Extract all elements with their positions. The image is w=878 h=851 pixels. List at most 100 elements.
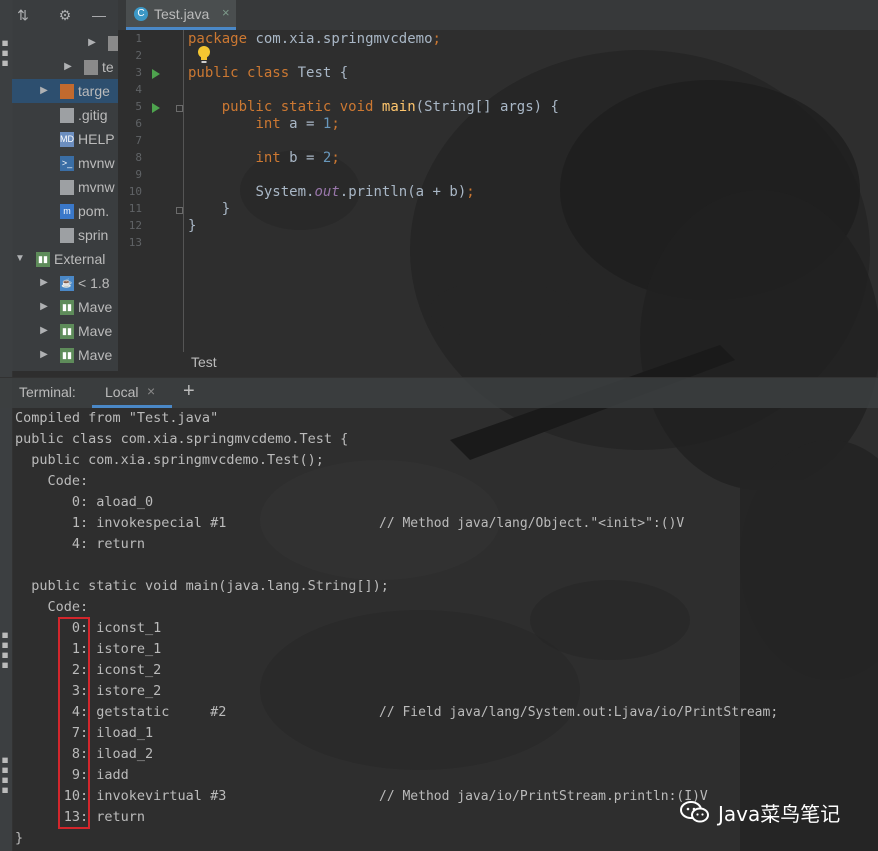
collapse-all-icon[interactable]: ⇅ xyxy=(14,6,32,24)
library-icon: ▮▮ xyxy=(36,252,50,267)
tree-item[interactable]: ▶ ▮▮ Mave xyxy=(12,343,118,367)
tab-test-java[interactable]: C Test.java × xyxy=(126,0,236,30)
chevron-right-icon[interactable]: ▶ xyxy=(38,79,50,103)
terminal-line: public static void main(java.lang.String… xyxy=(15,578,389,594)
tree-item-label: mvnw xyxy=(78,155,115,171)
library-icon: ▮▮ xyxy=(60,348,74,363)
terminal-comment: // Method java/lang/Object."<init>":()V xyxy=(379,516,685,531)
folder-orange-icon xyxy=(60,84,74,99)
terminal-line: Compiled from "Test.java" xyxy=(15,410,219,426)
tree-item-label: .gitig xyxy=(78,107,108,123)
tree-item[interactable]: ▼ ▮▮ External xyxy=(12,247,118,271)
terminal-line: public com.xia.springmvcdemo.Test(); xyxy=(15,452,324,468)
run-main-icon[interactable] xyxy=(152,103,160,113)
tree-item[interactable]: ▶ ☕ < 1.8 xyxy=(12,271,118,295)
library-icon: ▮▮ xyxy=(60,300,74,315)
tree-item[interactable]: m pom. xyxy=(12,199,118,223)
tree-item[interactable]: MD HELP xyxy=(12,127,118,151)
fold-icon[interactable] xyxy=(176,105,183,112)
watermark-text: Java菜鸟笔记 xyxy=(718,802,841,826)
tree-item-label: pom. xyxy=(78,203,110,219)
wechat-logo-icon xyxy=(680,801,709,823)
folder-icon xyxy=(84,60,98,75)
tree-item[interactable]: ▶ te xyxy=(12,55,118,79)
tree-item[interactable]: mvnw xyxy=(12,175,118,199)
terminal-line: 4: getstatic #2 xyxy=(15,704,227,720)
chevron-right-icon[interactable]: ▶ xyxy=(38,271,50,295)
tree-item[interactable]: sprin xyxy=(12,223,118,247)
minimize-icon[interactable]: — xyxy=(90,6,108,24)
close-icon[interactable]: × xyxy=(147,383,155,399)
line-number: 11 xyxy=(128,202,142,215)
line-number: 8 xyxy=(135,151,142,164)
close-icon[interactable]: × xyxy=(222,5,230,20)
project-vertical-tab[interactable]: ■■■ xyxy=(0,18,12,88)
markdown-icon: MD xyxy=(60,132,74,147)
code-line: } xyxy=(221,201,231,217)
tree-item[interactable]: >_ mvnw xyxy=(12,151,118,175)
line-number: 2 xyxy=(135,49,142,62)
file-icon xyxy=(60,228,74,243)
line-number: 7 xyxy=(135,134,142,147)
editor-gutter: 1 2 3 4 5 6 7 8 9 10 11 12 13 xyxy=(118,30,184,352)
tree-item[interactable]: .gitig xyxy=(12,103,118,127)
chevron-right-icon[interactable]: ▶ xyxy=(38,319,50,343)
chevron-right-icon[interactable]: ▶ xyxy=(62,55,74,79)
terminal-line: 0: aload_0 xyxy=(15,494,154,510)
tree-item[interactable]: ▶ targe xyxy=(12,79,118,103)
line-number: 1 xyxy=(135,32,142,45)
maven-icon: m xyxy=(60,204,74,219)
terminal-tab-label: Local xyxy=(105,384,139,400)
terminal-output[interactable]: Compiled from "Test.java" public class co… xyxy=(12,407,878,851)
project-toolbar: ⇅ ⚙ — xyxy=(12,0,118,30)
library-icon: ▮▮ xyxy=(60,324,74,339)
tree-item-label: Mave xyxy=(78,347,113,363)
java-class-icon: C xyxy=(134,7,148,21)
file-icon xyxy=(60,108,74,123)
favorites-vertical-tab[interactable]: ■■■■ xyxy=(0,730,12,820)
terminal-header: Terminal: Local × + xyxy=(0,377,878,408)
structure-vertical-tab[interactable]: ■■■■ xyxy=(0,605,12,695)
line-number: 12 xyxy=(128,219,142,232)
terminal-line: 4: return xyxy=(15,536,146,552)
chevron-right-icon[interactable]: ▶ xyxy=(38,295,50,319)
line-number: 9 xyxy=(135,168,142,181)
tree-item-label: External xyxy=(54,251,106,267)
terminal-line: 10: invokevirtual #3 xyxy=(15,788,227,804)
run-class-icon[interactable] xyxy=(152,69,160,79)
line-number: 6 xyxy=(135,117,142,130)
fold-icon[interactable] xyxy=(176,207,183,214)
tree-item-label: Mave xyxy=(78,299,113,315)
gear-icon[interactable]: ⚙ xyxy=(56,6,74,24)
terminal-comment: // Method java/io/PrintStream.println:(I… xyxy=(379,789,708,804)
tree-item[interactable]: ▶ xyxy=(12,31,118,55)
line-number: 4 xyxy=(135,83,142,96)
chevron-right-icon[interactable]: ▶ xyxy=(38,343,50,367)
terminal-file-icon: >_ xyxy=(60,156,74,171)
highlight-box xyxy=(58,617,90,829)
tree-item-label: mvnw xyxy=(78,179,115,195)
terminal-comment: // Field java/lang/System.out:Ljava/io/P… xyxy=(379,705,779,720)
terminal-line: } xyxy=(15,830,24,846)
breadcrumb: Test xyxy=(118,352,878,374)
line-number: 13 xyxy=(128,236,142,249)
chevron-down-icon[interactable]: ▼ xyxy=(14,247,26,271)
file-icon xyxy=(60,180,74,195)
terminal-title: Terminal: xyxy=(19,384,76,400)
watermark: Java菜鸟笔记 xyxy=(680,797,870,827)
tree-item-label: < 1.8 xyxy=(78,275,110,291)
tree-item-label: HELP xyxy=(78,131,115,147)
tree-item[interactable]: ▶ ▮▮ Mave xyxy=(12,319,118,343)
tree-item-label: te xyxy=(102,59,114,75)
code-line: System.out.println(a + b); xyxy=(255,184,475,200)
code-editor[interactable]: package com.xia.springmvcdemo; public cla… xyxy=(188,30,878,352)
tree-item-label: Mave xyxy=(78,323,113,339)
tree-item[interactable]: ▶ ▮▮ Mave xyxy=(12,295,118,319)
tree-item-label: targe xyxy=(78,83,110,99)
chevron-right-icon[interactable]: ▶ xyxy=(86,31,98,55)
code-line: package com.xia.springmvcdemo; xyxy=(188,31,441,47)
breadcrumb-item[interactable]: Test xyxy=(191,354,217,370)
add-terminal-button[interactable]: + xyxy=(183,380,195,403)
terminal-tab-local[interactable]: Local × xyxy=(92,378,172,408)
project-tool-window: ⇅ ⚙ — ▶ ▶ te ▶ targe .gitig MD HELP >_ mvnw mvnw m p… xyxy=(12,0,118,371)
